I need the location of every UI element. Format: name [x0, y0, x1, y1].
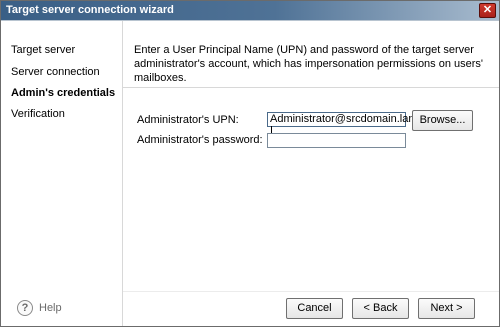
upn-label: Administrator's UPN: [137, 114, 239, 126]
password-label: Administrator's password: [137, 134, 263, 146]
window-title: Target server connection wizard [6, 4, 174, 16]
upn-input-value: Administrator@srcdomain.lan [270, 113, 415, 125]
upn-input[interactable]: Administrator@srcdomain.lan [267, 112, 414, 137]
back-button[interactable]: < Back [352, 298, 409, 319]
step-verification[interactable]: Verification [11, 108, 65, 120]
cancel-button[interactable]: Cancel [286, 298, 343, 319]
password-input[interactable] [267, 133, 406, 148]
close-icon: ✕ [482, 4, 493, 16]
help-link[interactable]: ? Help [17, 299, 62, 317]
title-bar: Target server connection wizard ✕ [1, 1, 499, 20]
step-admins-credentials[interactable]: Admin's credentials [11, 87, 115, 99]
help-label: Help [39, 302, 62, 314]
next-button[interactable]: Next > [418, 298, 475, 319]
wizard-window: Target server connection wizard ✕ Target… [0, 0, 500, 327]
footer-divider [123, 291, 499, 292]
step-target-server[interactable]: Target server [11, 44, 75, 56]
header-divider [123, 87, 499, 88]
close-button[interactable]: ✕ [479, 3, 496, 18]
wizard-steps-sidebar: Target server Server connection Admin's … [1, 21, 123, 326]
step-server-connection[interactable]: Server connection [11, 66, 100, 78]
browse-button[interactable]: Browse... [412, 110, 473, 131]
help-icon: ? [17, 300, 33, 316]
instructions-text: Enter a User Principal Name (UPN) and pa… [134, 44, 484, 84]
